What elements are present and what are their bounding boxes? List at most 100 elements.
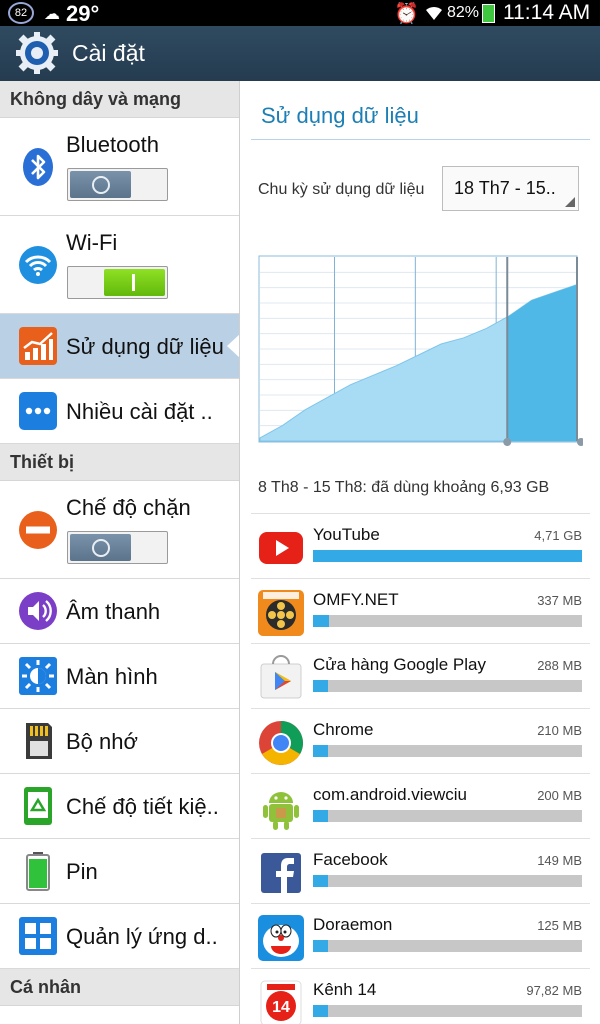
app-data-size: 337 MB xyxy=(537,593,582,608)
settings-gear-icon[interactable] xyxy=(16,32,58,74)
usage-bar xyxy=(313,940,582,952)
notification-badge: 82 xyxy=(8,2,34,24)
settings-item-more-settings[interactable]: Nhiều cài đặt .. xyxy=(0,379,239,444)
weather-icon: ☁ xyxy=(44,6,60,23)
app-title: Cài đặt xyxy=(72,40,145,66)
app-usage-row[interactable]: 14 Kênh 14 97,82 MB xyxy=(251,968,590,1024)
app-data-size: 200 MB xyxy=(537,788,582,803)
usage-bar xyxy=(313,875,582,887)
settings-item-wifi[interactable]: Wi-Fi xyxy=(0,216,239,314)
bluetooth-toggle[interactable] xyxy=(67,168,168,201)
settings-item-label: Chế độ chặn xyxy=(66,495,191,520)
app-data-size: 4,71 GB xyxy=(534,528,582,543)
settings-item-power-saving[interactable]: Chế độ tiết kiệ.. xyxy=(0,774,239,839)
settings-item-data-usage[interactable]: Sử dụng dữ liệu xyxy=(0,314,239,379)
status-bar: 82 ☁ 29° ⏰ 82% 11:14 AM xyxy=(0,0,600,26)
usage-bar-fill xyxy=(313,940,328,952)
settings-item-label: Quản lý ứng d.. xyxy=(66,924,218,949)
settings-item-blocking-mode[interactable]: Chế độ chặn xyxy=(0,481,239,579)
temperature-text: 29° xyxy=(66,1,100,26)
wifi-icon xyxy=(19,246,57,284)
app-usage-row[interactable]: Doraemon 125 MB xyxy=(251,903,590,968)
battery-status-icon xyxy=(482,4,495,23)
app-name: Doraemon xyxy=(313,915,393,934)
play-store-icon xyxy=(260,655,302,699)
facebook-icon xyxy=(261,853,301,893)
section-header-wireless: Không dây và mạng xyxy=(0,81,239,118)
blocking-mode-icon xyxy=(19,511,57,549)
selection-indicator xyxy=(227,334,239,358)
omfy-icon xyxy=(258,590,304,636)
storage-icon xyxy=(26,723,52,759)
range-start-handle-dot[interactable] xyxy=(503,438,512,446)
battery-percent: 82% xyxy=(447,4,480,21)
app-usage-row[interactable]: Chrome 210 MB xyxy=(251,708,590,773)
wifi-toggle[interactable] xyxy=(67,266,168,299)
action-bar: Cài đặt xyxy=(0,26,600,81)
more-settings-icon xyxy=(19,392,57,430)
app-usage-row[interactable]: com.android.viewciu 200 MB xyxy=(251,773,590,838)
section-header-personal: Cá nhân xyxy=(0,969,239,1006)
doraemon-icon xyxy=(258,915,304,961)
usage-bar xyxy=(313,1005,582,1017)
settings-item-label: Âm thanh xyxy=(66,599,161,624)
usage-bar xyxy=(313,810,582,822)
settings-item-label: Nhiều cài đặt .. xyxy=(66,399,213,424)
settings-item-label: Màn hình xyxy=(66,664,158,689)
toggle-knob xyxy=(70,534,131,561)
app-data-size: 97,82 MB xyxy=(526,983,582,998)
chrome-icon xyxy=(259,721,303,765)
toggle-knob xyxy=(104,269,165,296)
usage-bar-fill xyxy=(313,615,330,627)
settings-item-sound[interactable]: Âm thanh xyxy=(0,579,239,644)
settings-item-battery[interactable]: Pin xyxy=(0,839,239,904)
app-usage-row[interactable]: YouTube 4,71 GB xyxy=(251,513,590,578)
settings-item-display[interactable]: Màn hình xyxy=(0,644,239,709)
settings-category-list[interactable]: Không dây và mạng Bluetooth Wi-Fi Sử dụn… xyxy=(0,81,240,1024)
cycle-select[interactable]: 18 Th7 - 15.. xyxy=(442,166,579,211)
usage-bar-fill xyxy=(313,550,582,562)
app-name: Chrome xyxy=(313,720,374,739)
settings-item-storage[interactable]: Bộ nhớ xyxy=(0,709,239,774)
app-name: OMFY.NET xyxy=(313,590,399,609)
app-data-size: 149 MB xyxy=(537,853,582,868)
app-usage-row[interactable]: OMFY.NET 337 MB xyxy=(251,578,590,643)
app-data-size: 125 MB xyxy=(537,918,582,933)
app-usage-row[interactable]: Cửa hàng Google Play 288 MB xyxy=(251,643,590,708)
bluetooth-icon xyxy=(23,148,53,186)
usage-bar-fill xyxy=(313,875,328,887)
settings-item-label: Sử dụng dữ liệu xyxy=(66,334,224,359)
settings-item-bluetooth[interactable]: Bluetooth xyxy=(0,118,239,216)
blocking-mode-toggle[interactable] xyxy=(67,531,168,564)
app-name: com.android.viewciu xyxy=(313,785,468,804)
usage-bar-fill xyxy=(313,745,328,757)
app-data-size: 288 MB xyxy=(537,658,582,673)
app-name: Kênh 14 xyxy=(313,980,377,999)
battery-icon xyxy=(26,852,50,891)
data-usage-chart[interactable] xyxy=(258,255,583,447)
settings-item-label: Bộ nhớ xyxy=(66,729,138,754)
app-manager-icon xyxy=(19,917,57,955)
display-icon xyxy=(19,657,57,695)
cycle-label: Chu kỳ sử dụng dữ liệu xyxy=(258,181,425,198)
wifi-signal-icon xyxy=(426,6,442,20)
clock: 11:14 AM xyxy=(503,1,591,24)
app-name: Cửa hàng Google Play xyxy=(313,655,486,674)
settings-item-app-manager[interactable]: Quản lý ứng d.. xyxy=(0,904,239,969)
title-divider xyxy=(251,139,590,140)
data-usage-icon xyxy=(19,327,57,365)
settings-item-label: Chế độ tiết kiệ.. xyxy=(66,794,219,819)
settings-item-label: Wi-Fi xyxy=(66,230,118,255)
sound-icon xyxy=(19,592,57,630)
usage-bar xyxy=(313,680,582,692)
usage-bar-fill xyxy=(313,680,328,692)
alarm-icon: ⏰ xyxy=(394,3,419,25)
app-name: YouTube xyxy=(313,525,380,544)
app-usage-row[interactable]: Facebook 149 MB xyxy=(251,838,590,903)
section-header-device: Thiết bị xyxy=(0,444,239,481)
settings-item-label: Bluetooth xyxy=(66,132,159,157)
android-icon xyxy=(263,792,299,830)
usage-bar-fill xyxy=(313,810,328,822)
kenh14-icon: 14 xyxy=(260,980,302,1024)
youtube-icon xyxy=(259,532,303,564)
